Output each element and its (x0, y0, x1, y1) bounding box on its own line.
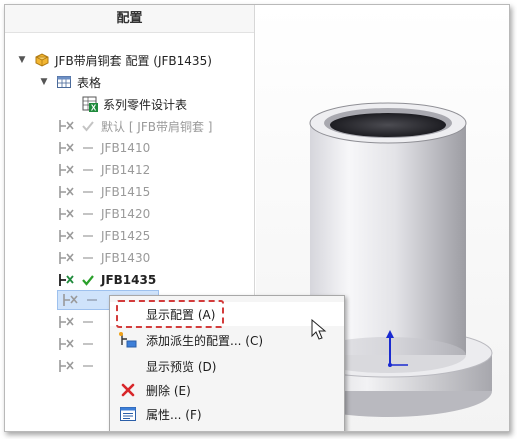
dash-icon (79, 183, 97, 201)
config-item[interactable]: JFB1415 (57, 181, 150, 203)
svg-text:X: X (91, 104, 97, 113)
config-icon (57, 205, 75, 223)
menu-item-show-preview[interactable]: 显示预览 (D) (110, 354, 344, 378)
menu-item-show-configuration[interactable]: 显示配置 (A) (110, 302, 344, 326)
dash-icon (79, 357, 97, 375)
config-item[interactable]: JFB1412 (57, 159, 150, 181)
properties-icon (117, 404, 139, 424)
mouse-cursor-icon (311, 319, 327, 340)
config-item[interactable]: JFB1430 (57, 247, 150, 269)
menu-item-label: 属性... (F) (146, 407, 202, 422)
dash-icon (79, 335, 97, 353)
check-icon (79, 271, 97, 289)
tree-item-tables[interactable]: ▼ 表格 (39, 71, 101, 93)
config-icon (57, 139, 75, 157)
config-item[interactable]: JFB1420 (57, 203, 150, 225)
delete-icon (117, 380, 139, 400)
tree-item-design-table[interactable]: X 系列零件设计表 (81, 93, 187, 115)
config-label: JFB1415 (101, 185, 151, 199)
config-item[interactable] (57, 311, 101, 333)
table-folder-icon (55, 73, 73, 91)
menu-item-add-derived-configuration[interactable]: 添加派生的配置... (C) (110, 328, 344, 352)
config-icon (57, 313, 75, 331)
menu-item-label: 显示配置 (A) (146, 307, 216, 322)
dash-icon (79, 227, 97, 245)
config-label: JFB1425 (101, 229, 151, 243)
collapse-arrow-icon[interactable]: ▼ (17, 55, 27, 65)
config-label: JFB1420 (101, 207, 151, 221)
context-menu: 显示配置 (A) 添加派生的配置... (C) 显示预览 (D) 删除 (E) … (109, 295, 345, 431)
menu-item-delete[interactable]: 删除 (E) (110, 378, 344, 402)
config-item[interactable]: JFB1410 (57, 137, 150, 159)
config-icon (57, 183, 75, 201)
config-icon (57, 161, 75, 179)
config-item[interactable]: 默认 [ JFB带肩铜套 ] (57, 115, 212, 137)
tree-item-label: 系列零件设计表 (103, 97, 188, 112)
config-icon (57, 357, 75, 375)
part-icon (33, 51, 51, 69)
excel-table-icon: X (81, 95, 99, 113)
config-label: JFB1435 (101, 273, 157, 287)
dash-icon (79, 249, 97, 267)
config-label: JFB1412 (101, 163, 151, 177)
derived-config-icon (117, 330, 139, 350)
active-config-icon (57, 271, 75, 289)
config-icon (57, 249, 75, 267)
menu-item-label: 添加派生的配置... (C) (146, 333, 264, 348)
menu-item-label: 删除 (E) (146, 383, 191, 398)
config-icon (57, 227, 75, 245)
check-icon (79, 117, 97, 135)
config-icon (57, 117, 75, 135)
config-label: JFB1410 (101, 141, 151, 155)
config-item[interactable] (57, 333, 101, 355)
dash-icon (79, 313, 97, 331)
config-item-active[interactable]: JFB1435 (57, 269, 156, 291)
config-item-selected (61, 289, 105, 311)
tree-root-label: JFB带肩铜套 配置 (JFB1435) (55, 53, 212, 68)
collapse-arrow-icon[interactable]: ▼ (39, 77, 49, 87)
tree-item-label: 表格 (77, 75, 102, 90)
config-label: JFB1430 (101, 251, 151, 265)
dash-icon (83, 291, 101, 309)
menu-item-label: 显示预览 (D) (146, 359, 217, 374)
dash-icon (79, 161, 97, 179)
config-item[interactable] (57, 355, 101, 377)
config-icon (61, 291, 79, 309)
config-icon (57, 335, 75, 353)
menu-item-properties[interactable]: 属性... (F) (110, 402, 344, 426)
config-item[interactable]: JFB1425 (57, 225, 150, 247)
config-label: 默认 [ JFB带肩铜套 ] (101, 119, 213, 134)
dash-icon (79, 205, 97, 223)
dash-icon (79, 139, 97, 157)
tree-root-item[interactable]: ▼ JFB带肩铜套 配置 (JFB1435) (17, 49, 212, 71)
panel-title: 配置 (5, 5, 254, 33)
app-window: 配置 ▼ JFB带肩铜套 配置 (JFB1435) ▼ 表格 X 系列零件设计表… (4, 4, 510, 432)
